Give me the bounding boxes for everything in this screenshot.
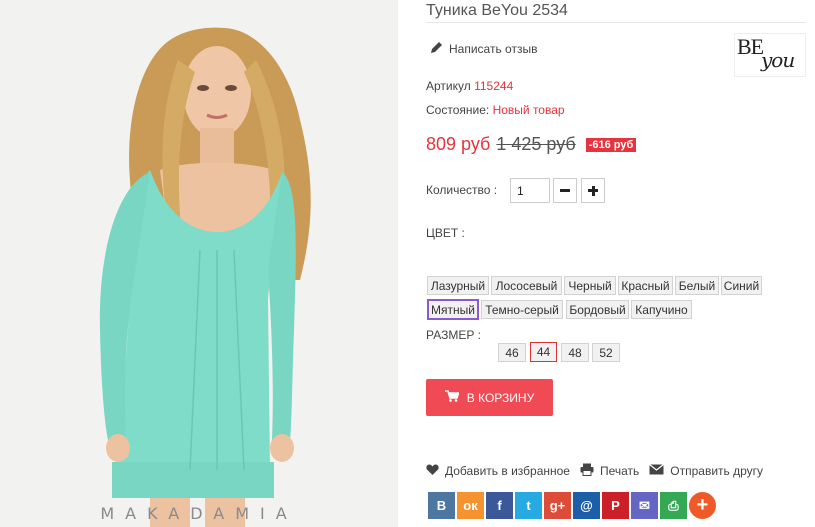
add-to-wishlist-label: Добавить в избранное bbox=[445, 464, 570, 478]
cart-icon bbox=[444, 390, 460, 405]
vk-share-button[interactable]: В bbox=[428, 492, 455, 519]
product-title: Туника BeYou 2534 bbox=[426, 2, 568, 19]
title-divider bbox=[426, 22, 806, 23]
product-photo-illustration bbox=[0, 0, 398, 527]
send-to-friend-label: Отправить другу bbox=[670, 464, 764, 478]
add-to-wishlist-link[interactable]: Добавить в избранное bbox=[426, 464, 570, 479]
sku-label: Артикул bbox=[426, 79, 471, 93]
odnoklassniki-share-button[interactable]: ок bbox=[457, 492, 484, 519]
condition-label: Состояние: bbox=[426, 103, 490, 117]
add-to-cart-button[interactable]: В КОРЗИНУ bbox=[426, 379, 553, 416]
color-option[interactable]: Синий bbox=[721, 276, 762, 295]
color-option[interactable]: Лососевый bbox=[491, 276, 562, 295]
brand-logo-be: BE bbox=[737, 34, 764, 59]
color-label: ЦВЕТ : bbox=[426, 226, 465, 240]
size-option-selected[interactable]: 44 bbox=[530, 342, 557, 362]
current-price: 809 руб bbox=[426, 134, 491, 154]
email-share-button[interactable]: ✉ bbox=[631, 492, 658, 519]
pinterest-share-button[interactable]: P bbox=[602, 492, 629, 519]
minus-icon bbox=[560, 189, 570, 192]
plus-icon bbox=[588, 185, 598, 196]
sku-row: Артикул 115244 bbox=[426, 79, 513, 93]
google-plus-share-button[interactable]: g+ bbox=[544, 492, 571, 519]
mail-ru-share-button[interactable]: @ bbox=[573, 492, 600, 519]
price-block: 809 руб 1 425 руб -616 руб bbox=[426, 134, 637, 155]
share-buttons: В ок f t g+ @ P ✉ ⎙ + bbox=[428, 492, 716, 519]
quantity-input[interactable] bbox=[510, 178, 550, 203]
more-share-button[interactable]: + bbox=[689, 492, 716, 519]
size-option[interactable]: 46 bbox=[498, 343, 526, 362]
color-option[interactable]: Капучино bbox=[631, 300, 692, 319]
brand-logo-you: you bbox=[761, 48, 795, 72]
color-option[interactable]: Лазурный bbox=[427, 276, 489, 295]
quantity-label: Количество : bbox=[426, 183, 498, 197]
facebook-share-button[interactable]: f bbox=[486, 492, 513, 519]
write-review-link[interactable]: Написать отзыв bbox=[430, 41, 537, 57]
printer-icon bbox=[580, 463, 594, 479]
color-option[interactable]: Бордовый bbox=[566, 300, 629, 319]
size-label: РАЗМЕР : bbox=[426, 328, 481, 342]
envelope-icon bbox=[649, 464, 665, 478]
print-link[interactable]: Печать bbox=[580, 463, 639, 479]
color-option[interactable]: Белый bbox=[675, 276, 719, 295]
print-label: Печать bbox=[599, 464, 640, 478]
send-to-friend-link[interactable]: Отправить другу bbox=[649, 464, 763, 478]
product-image[interactable]: MAKADAMIA bbox=[0, 0, 398, 527]
watermark: MAKADAMIA bbox=[100, 504, 298, 523]
discount-badge: -616 руб bbox=[585, 137, 637, 152]
old-price: 1 425 руб bbox=[496, 134, 576, 154]
product-actions: Добавить в избранное Печать Отправить др… bbox=[426, 463, 773, 479]
add-to-cart-label: В КОРЗИНУ bbox=[466, 390, 535, 405]
color-option[interactable]: Темно-серый bbox=[481, 300, 563, 319]
brand-logo[interactable]: BE you bbox=[734, 33, 806, 77]
condition-value: Новый товар bbox=[492, 103, 565, 117]
sku-value: 115244 bbox=[474, 79, 514, 93]
condition-row: Состояние: Новый товар bbox=[426, 103, 565, 117]
pencil-icon bbox=[430, 41, 443, 57]
quantity-increase-button[interactable] bbox=[581, 178, 605, 203]
print-share-button[interactable]: ⎙ bbox=[660, 492, 687, 519]
color-option[interactable]: Черный bbox=[564, 276, 616, 295]
size-option[interactable]: 48 bbox=[561, 343, 589, 362]
write-review-label: Написать отзыв bbox=[449, 42, 538, 56]
size-option[interactable]: 52 bbox=[592, 343, 620, 362]
color-option[interactable]: Красный bbox=[618, 276, 673, 295]
heart-icon bbox=[426, 464, 439, 479]
twitter-share-button[interactable]: t bbox=[515, 492, 542, 519]
color-option-selected[interactable]: Мятный bbox=[427, 299, 479, 320]
quantity-decrease-button[interactable] bbox=[553, 178, 577, 203]
